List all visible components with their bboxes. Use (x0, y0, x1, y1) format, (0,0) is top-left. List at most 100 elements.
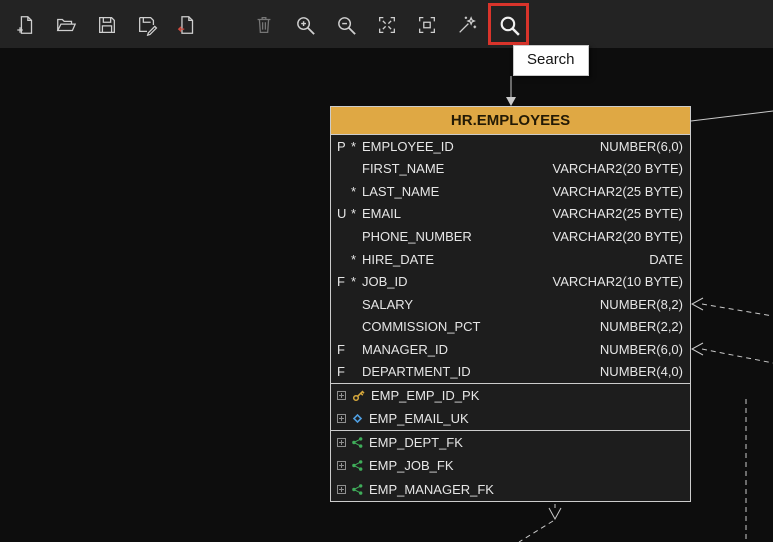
save-button[interactable] (94, 12, 120, 38)
column-type: VARCHAR2(25 BYTE) (552, 183, 683, 199)
primary-key-icon (352, 389, 365, 402)
column-name: EMPLOYEE_ID (362, 138, 454, 154)
column-type: NUMBER(4,0) (599, 364, 683, 380)
fit-screen-icon (419, 17, 435, 33)
column-list: P * EMPLOYEE_ID NUMBER(6,0) FIRST_NAME VARCHA… (331, 134, 690, 383)
column-name: HIRE_DATE (362, 251, 434, 267)
open-button[interactable] (53, 12, 79, 38)
unique-key-icon (352, 413, 363, 424)
key-indicator: U (337, 206, 347, 222)
column-name: FIRST_NAME (362, 161, 445, 177)
fit-selection-button[interactable] (374, 12, 400, 38)
report-button[interactable] (174, 12, 200, 38)
mandatory-indicator: * (351, 183, 357, 199)
column-row[interactable]: COMMISSION_PCT NUMBER(2,2) (331, 315, 690, 338)
constraint-row[interactable]: EMP_EMP_ID_PK (331, 384, 690, 407)
search-highlight-box (488, 3, 529, 45)
entity-table-hr-employees[interactable]: HR.EMPLOYEES P * EMPLOYEE_ID NUMBER(6,0) FIR… (330, 106, 691, 502)
expand-toggle-icon[interactable] (337, 484, 346, 494)
relationship-arrowhead (690, 297, 704, 311)
foreign-key-icon (352, 460, 363, 472)
key-indicator: F (337, 364, 345, 380)
constraint-name: EMP_MANAGER_FK (369, 481, 494, 497)
zoom-out-button[interactable] (333, 12, 359, 38)
mandatory-indicator: * (351, 138, 357, 154)
relationship-line (518, 520, 554, 542)
save-as-pencil-icon (139, 17, 158, 36)
expand-toggle-icon[interactable] (337, 391, 346, 400)
constraint-row[interactable]: EMP_EMAIL_UK (331, 407, 690, 430)
key-indicator: F (337, 274, 345, 290)
app-window: Search HR.EMPLOYEES P * EMPLOYEE_ID NUMBER(… (0, 0, 773, 542)
constraint-name: EMP_JOB_FK (369, 458, 454, 474)
column-name: DEPARTMENT_ID (362, 364, 471, 380)
key-indicator: F (337, 341, 345, 357)
column-name: JOB_ID (362, 274, 408, 290)
relationship-line (701, 348, 773, 364)
constraint-row[interactable]: EMP_MANAGER_FK (331, 478, 690, 501)
column-type: NUMBER(8,2) (599, 296, 683, 312)
column-row[interactable]: F * JOB_ID VARCHAR2(10 BYTE) (331, 270, 690, 293)
open-folder-icon (56, 18, 77, 32)
zoom-in-icon (296, 16, 315, 35)
keys-section: EMP_EMP_ID_PK EMP_EMAIL_UK (331, 383, 690, 430)
mandatory-indicator: * (351, 206, 357, 222)
expand-toggle-icon[interactable] (337, 414, 346, 423)
column-type: DATE (649, 251, 683, 267)
trash-icon (257, 17, 271, 33)
column-row[interactable]: U * EMAIL VARCHAR2(25 BYTE) (331, 203, 690, 226)
new-file-icon (17, 16, 33, 34)
column-type: VARCHAR2(10 BYTE) (552, 274, 683, 290)
column-type: NUMBER(6,0) (599, 341, 683, 357)
column-row[interactable]: F DEPARTMENT_ID NUMBER(4,0) (331, 360, 690, 383)
new-design-button[interactable] (13, 12, 39, 38)
auto-layout-button[interactable] (454, 12, 480, 38)
zoom-out-icon (337, 16, 356, 35)
column-row[interactable]: F MANAGER_ID NUMBER(6,0) (331, 338, 690, 361)
mandatory-indicator: * (351, 251, 357, 267)
mandatory-indicator: * (351, 274, 357, 290)
relationship-line (690, 110, 773, 122)
report-page-icon (177, 16, 194, 34)
constraint-name: EMP_DEPT_FK (369, 435, 463, 451)
column-type: VARCHAR2(20 BYTE) (552, 161, 683, 177)
relationship-arrowhead (506, 97, 516, 106)
constraint-row[interactable]: EMP_JOB_FK (331, 454, 690, 477)
column-name: PHONE_NUMBER (362, 228, 472, 244)
expand-toggle-icon[interactable] (337, 438, 346, 448)
save-icon (99, 17, 115, 33)
constraint-name: EMP_EMP_ID_PK (371, 388, 480, 403)
column-row[interactable]: SALARY NUMBER(8,2) (331, 293, 690, 316)
expand-toggle-icon[interactable] (337, 461, 346, 471)
column-name: MANAGER_ID (362, 341, 448, 357)
table-header[interactable]: HR.EMPLOYEES (331, 107, 690, 134)
zoom-in-button[interactable] (292, 12, 318, 38)
toolbar (0, 0, 773, 48)
column-type: NUMBER(2,2) (599, 319, 683, 335)
column-row[interactable]: P * EMPLOYEE_ID NUMBER(6,0) (331, 135, 690, 158)
key-indicator: P (337, 138, 346, 154)
fit-selection-icon (379, 17, 395, 33)
foreign-key-icon (352, 484, 363, 495)
foreign-key-icon (352, 437, 363, 448)
column-name: EMAIL (362, 206, 402, 222)
magic-wand-icon (459, 16, 477, 33)
fit-screen-button[interactable] (414, 12, 440, 38)
column-row[interactable]: * HIRE_DATE DATE (331, 248, 690, 271)
column-type: VARCHAR2(25 BYTE) (552, 206, 683, 222)
column-type: VARCHAR2(20 BYTE) (552, 228, 683, 244)
save-as-button[interactable] (134, 12, 160, 38)
delete-button[interactable] (251, 12, 277, 38)
constraint-name: EMP_EMAIL_UK (369, 411, 469, 426)
column-name: LAST_NAME (362, 183, 440, 199)
column-row[interactable]: * LAST_NAME VARCHAR2(25 BYTE) (331, 180, 690, 203)
constraint-row[interactable]: EMP_DEPT_FK (331, 431, 690, 454)
column-name: SALARY (362, 296, 414, 312)
fk-section: EMP_DEPT_FK EMP_JOB_FK EMP_MANAGER_FK (331, 430, 690, 501)
column-type: NUMBER(6,0) (599, 138, 683, 154)
column-row[interactable]: FIRST_NAME VARCHAR2(20 BYTE) (331, 158, 690, 181)
table-title: HR.EMPLOYEES (450, 112, 571, 129)
search-tooltip: Search (513, 45, 589, 76)
column-row[interactable]: PHONE_NUMBER VARCHAR2(20 BYTE) (331, 225, 690, 248)
relationship-line (701, 303, 773, 317)
